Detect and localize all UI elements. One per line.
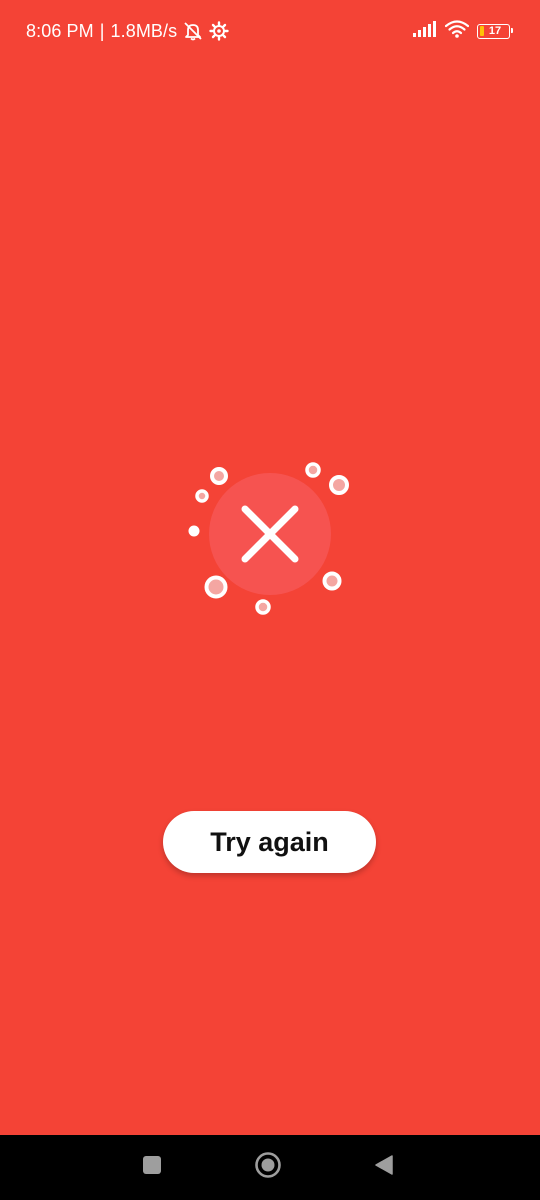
back-triangle-icon <box>373 1154 395 1181</box>
status-time: 8:06 PM <box>26 20 94 41</box>
status-separator: | <box>99 20 105 41</box>
recents-button[interactable] <box>122 1135 182 1200</box>
back-button[interactable] <box>354 1135 414 1200</box>
status-right: 17 <box>413 19 513 43</box>
battery-fill <box>479 26 484 36</box>
status-left: 8:06 PM | 1.8MB/s <box>26 19 229 43</box>
decorative-dot <box>188 525 200 537</box>
battery-level: 17 <box>488 24 502 37</box>
battery-tip <box>510 28 513 33</box>
decorative-ring <box>204 575 228 599</box>
decorative-ring <box>195 489 209 503</box>
decorative-ring <box>255 599 271 615</box>
error-screen: 8:06 PM | 1.8MB/s 17 Try again <box>0 0 540 1135</box>
try-again-button[interactable]: Try again <box>163 811 376 873</box>
decorative-ring <box>305 462 321 478</box>
error-illustration <box>170 450 370 630</box>
battery-icon: 17 <box>477 23 513 39</box>
decorative-ring <box>322 571 342 591</box>
signal-icon <box>413 20 437 42</box>
navigation-bar <box>0 1135 540 1200</box>
home-circle-icon <box>254 1151 282 1184</box>
network-speed: 1.8MB/s <box>110 20 178 41</box>
recents-square-icon <box>142 1155 162 1180</box>
settings-gear-icon <box>209 21 229 41</box>
error-illustration-graphic <box>188 462 349 615</box>
decorative-ring <box>210 467 228 485</box>
decorative-ring <box>329 475 349 495</box>
notifications-muted-icon <box>182 21 204 41</box>
home-button[interactable] <box>238 1135 298 1200</box>
status-bar: 8:06 PM | 1.8MB/s 17 <box>0 0 540 62</box>
wifi-icon <box>444 19 470 43</box>
